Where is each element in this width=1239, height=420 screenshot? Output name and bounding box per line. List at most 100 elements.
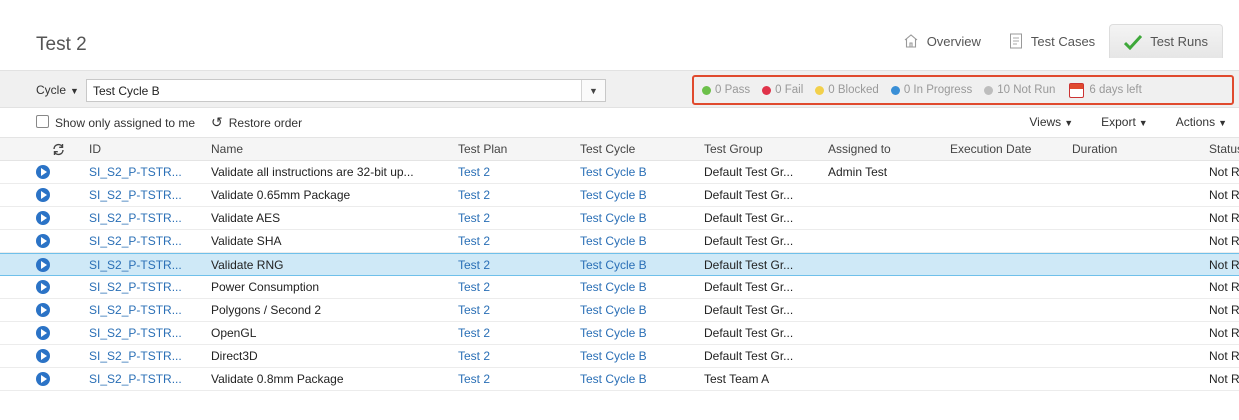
row-assigned-to xyxy=(828,207,943,229)
row-status: Not Ru xyxy=(1209,234,1239,248)
column-header-status[interactable]: Status xyxy=(1209,138,1239,160)
run-button[interactable] xyxy=(36,368,56,390)
cycle-select[interactable]: Test Cycle B ▼ xyxy=(86,79,606,102)
row-name: Validate SHA xyxy=(211,234,282,248)
column-header-assigned-to[interactable]: Assigned to xyxy=(828,138,943,160)
row-test-cycle-link[interactable]: Test Cycle B xyxy=(580,161,695,183)
fail-dot-icon xyxy=(762,85,772,95)
status-fail-label: 0 Fail xyxy=(775,84,804,96)
row-test-plan-link[interactable]: Test 2 xyxy=(458,161,568,183)
row-test-group: Test Team A xyxy=(704,372,770,386)
table-row[interactable]: SI_S2_P-TSTR... Direct3D Test 2 Test Cycle … xyxy=(0,345,1239,368)
row-test-cycle-link[interactable]: Test Cycle B xyxy=(580,207,695,229)
row-test-plan-link[interactable]: Test 2 xyxy=(458,368,568,390)
row-test-plan-link[interactable]: Test 2 xyxy=(458,207,568,229)
caret-down-icon: ▼ xyxy=(1064,118,1074,128)
row-test-plan-link[interactable]: Test 2 xyxy=(458,276,568,298)
row-id-link[interactable]: SI_S2_P-TSTR... xyxy=(89,184,207,206)
run-button[interactable] xyxy=(36,254,56,275)
list-options: Show only assigned to me ↺ Restore order… xyxy=(0,110,1239,134)
table-row[interactable]: SI_S2_P-TSTR... Power Consumption Test 2 Te… xyxy=(0,276,1239,299)
row-test-plan-link[interactable]: Test 2 xyxy=(458,322,568,344)
row-test-group: Default Test Gr... xyxy=(704,188,794,202)
row-name: Polygons / Second 2 xyxy=(211,303,322,317)
row-execution-date xyxy=(950,276,1060,298)
table-row[interactable]: SI_S2_P-TSTR... Validate AES Test 2 Test Cy… xyxy=(0,207,1239,230)
row-execution-date xyxy=(950,207,1060,229)
row-id-link[interactable]: SI_S2_P-TSTR... xyxy=(89,161,207,183)
run-button[interactable] xyxy=(36,276,56,298)
row-test-cycle-link[interactable]: Test Cycle B xyxy=(580,254,695,275)
row-id-link[interactable]: SI_S2_P-TSTR... xyxy=(89,322,207,344)
column-header-test-plan[interactable]: Test Plan xyxy=(458,138,568,160)
checkmark-icon xyxy=(1124,34,1143,50)
run-button[interactable] xyxy=(36,299,56,321)
row-test-plan-link[interactable]: Test 2 xyxy=(458,230,568,252)
row-id-link[interactable]: SI_S2_P-TSTR... xyxy=(89,254,207,275)
tab-test-runs[interactable]: Test Runs xyxy=(1109,24,1223,58)
row-test-group: Default Test Gr... xyxy=(704,280,794,294)
tab-overview[interactable]: Overview xyxy=(889,24,995,58)
run-button[interactable] xyxy=(36,230,56,252)
column-header-name[interactable]: Name xyxy=(211,138,447,160)
play-icon xyxy=(36,188,50,202)
sync-icon[interactable] xyxy=(52,138,72,160)
row-test-cycle-link[interactable]: Test Cycle B xyxy=(580,230,695,252)
export-menu[interactable]: Export ▼ xyxy=(1087,115,1148,129)
row-id-link[interactable]: SI_S2_P-TSTR... xyxy=(89,368,207,390)
table-row[interactable]: SI_S2_P-TSTR... Polygons / Second 2 Test 2… xyxy=(0,299,1239,322)
row-test-cycle-link[interactable]: Test Cycle B xyxy=(580,299,695,321)
row-test-plan-link[interactable]: Test 2 xyxy=(458,299,568,321)
row-test-cycle-link[interactable]: Test Cycle B xyxy=(580,276,695,298)
run-button[interactable] xyxy=(36,207,56,229)
column-header-execution-date[interactable]: Execution Date xyxy=(950,138,1060,160)
run-button[interactable] xyxy=(36,345,56,367)
column-header-test-cycle[interactable]: Test Cycle xyxy=(580,138,695,160)
status-blocked: 0 Blocked xyxy=(815,84,879,96)
views-menu[interactable]: Views ▼ xyxy=(1015,115,1073,129)
cycle-menu-button[interactable]: Cycle ▼ xyxy=(36,83,79,97)
row-test-group: Default Test Gr... xyxy=(704,349,794,363)
row-test-plan-link[interactable]: Test 2 xyxy=(458,184,568,206)
table-row[interactable]: SI_S2_P-TSTR... Validate 0.65mm Package Te… xyxy=(0,184,1239,207)
tab-test-cases-label: Test Cases xyxy=(1030,33,1096,49)
cycle-toolbar: Cycle ▼ Test Cycle B ▼ 0 Pass 0 Fail 0 Bl… xyxy=(0,70,1239,108)
caret-down-icon: ▼ xyxy=(1218,118,1227,128)
table-row[interactable]: SI_S2_P-TSTR... Validate 0.8mm Package Tes… xyxy=(0,368,1239,391)
row-test-plan-link[interactable]: Test 2 xyxy=(458,254,568,275)
row-assigned-to xyxy=(828,276,943,298)
row-id-link[interactable]: SI_S2_P-TSTR... xyxy=(89,207,207,229)
tab-test-cases[interactable]: Test Cases xyxy=(995,24,1109,58)
actions-menu[interactable]: Actions ▼ xyxy=(1162,115,1227,129)
run-button[interactable] xyxy=(36,322,56,344)
chevron-down-icon[interactable]: ▼ xyxy=(581,80,605,101)
run-button[interactable] xyxy=(36,161,56,183)
row-assigned-to xyxy=(828,322,943,344)
row-id-link[interactable]: SI_S2_P-TSTR... xyxy=(89,299,207,321)
table-row[interactable]: SI_S2_P-TSTR... Validate SHA Test 2 Test Cy… xyxy=(0,230,1239,253)
row-test-cycle-link[interactable]: Test Cycle B xyxy=(580,345,695,367)
column-header-duration[interactable]: Duration xyxy=(1072,138,1172,160)
column-header-id[interactable]: ID xyxy=(89,138,207,160)
assigned-checkbox[interactable] xyxy=(36,115,49,128)
row-test-cycle-link[interactable]: Test Cycle B xyxy=(580,322,695,344)
row-assigned-to xyxy=(828,230,943,252)
row-test-cycle-link[interactable]: Test Cycle B xyxy=(580,368,695,390)
row-test-plan-link[interactable]: Test 2 xyxy=(458,345,568,367)
row-id-link[interactable]: SI_S2_P-TSTR... xyxy=(89,276,207,298)
row-test-cycle-link[interactable]: Test Cycle B xyxy=(580,184,695,206)
page-header: Test 2 Overview Test Cases Test Runs xyxy=(0,0,1239,66)
status-in-progress: 0 In Progress xyxy=(890,84,972,96)
row-status: Not Ru xyxy=(1209,165,1239,179)
table-row[interactable]: SI_S2_P-TSTR... OpenGL Test 2 Test Cycle B D… xyxy=(0,322,1239,345)
table-row[interactable]: SI_S2_P-TSTR... Validate all instructions… xyxy=(0,161,1239,184)
run-button[interactable] xyxy=(36,184,56,206)
column-header-test-group[interactable]: Test Group xyxy=(704,138,816,160)
table-row[interactable]: SI_S2_P-TSTR... Validate RNG Test 2 Test Cy… xyxy=(0,253,1239,276)
row-name: OpenGL xyxy=(211,326,257,340)
restore-order-button[interactable]: ↺ Restore order xyxy=(211,114,302,131)
row-id-link[interactable]: SI_S2_P-TSTR... xyxy=(89,345,207,367)
row-id-link[interactable]: SI_S2_P-TSTR... xyxy=(89,230,207,252)
play-icon xyxy=(36,372,50,386)
cycle-label: Cycle xyxy=(36,83,67,97)
